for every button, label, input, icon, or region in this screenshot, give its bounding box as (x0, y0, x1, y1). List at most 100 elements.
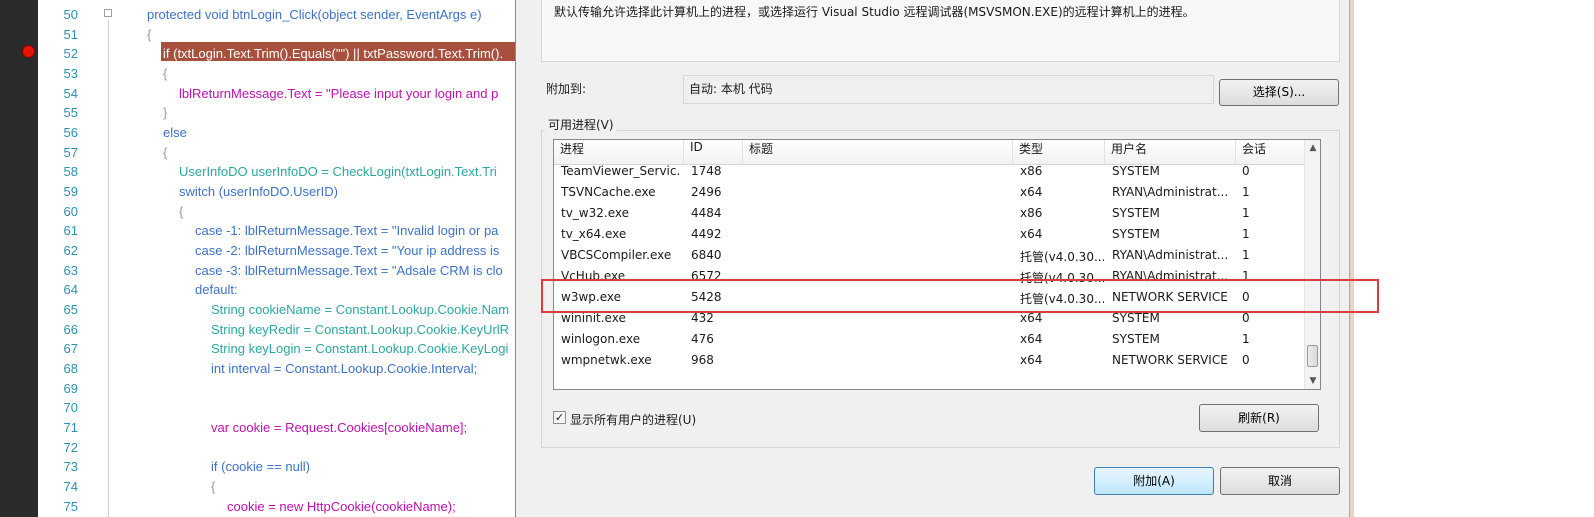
code-line[interactable]: var cookie = Request.Cookies[cookieName]… (211, 418, 467, 438)
fold-guide (108, 20, 109, 517)
line-number: 53 (63, 66, 78, 81)
attach-button[interactable]: 附加(A) (1094, 467, 1214, 495)
code-line[interactable]: cookie = new HttpCookie(cookieName); (227, 497, 456, 517)
column-header-id[interactable]: ID (684, 140, 743, 164)
cancel-button[interactable]: 取消 (1220, 467, 1340, 495)
code-line[interactable]: case -1: lblReturnMessage.Text = "Invali… (195, 221, 498, 241)
process-user: RYAN\Administrat... (1112, 248, 1229, 262)
scroll-down-icon[interactable]: ▼ (1305, 373, 1320, 389)
process-user: SYSTEM (1112, 164, 1160, 178)
process-id: 2496 (691, 185, 722, 199)
process-id: 4492 (691, 227, 722, 241)
code-line[interactable]: default: (195, 280, 238, 300)
breakpoint-icon[interactable] (22, 45, 35, 58)
column-header-title[interactable]: 标题 (743, 140, 1013, 164)
code-line[interactable]: { (163, 64, 167, 84)
process-type: x64 (1020, 185, 1043, 199)
line-number: 72 (63, 440, 78, 455)
code-line[interactable]: else (163, 123, 187, 143)
process-user: NETWORK SERVICE (1112, 353, 1228, 367)
select-button[interactable]: 选择(S)... (1219, 79, 1339, 106)
description-text: 默认传输允许选择此计算机上的进程，或选择运行 Visual Studio 远程调… (554, 5, 1195, 19)
process-row[interactable]: tv_w32.exe 4484 x86 SYSTEM 1 (554, 206, 1304, 227)
line-number: 74 (63, 479, 78, 494)
process-row[interactable]: winlogon.exe 476 x64 SYSTEM 1 (554, 332, 1304, 353)
code-line[interactable]: } (163, 103, 167, 123)
column-header-process[interactable]: 进程 (554, 140, 684, 164)
process-user: RYAN\Administrat... (1112, 185, 1229, 199)
line-number: 62 (63, 243, 78, 258)
code-line[interactable]: String cookieName = Constant.Lookup.Cook… (211, 300, 509, 320)
process-name: tv_x64.exe (561, 227, 627, 241)
column-header-type[interactable]: 类型 (1013, 140, 1105, 164)
dialog-border (1349, 0, 1354, 517)
scroll-up-icon[interactable]: ▲ (1305, 140, 1320, 156)
process-session: 1 (1242, 206, 1250, 220)
code-line[interactable]: case -3: lblReturnMessage.Text = "Adsale… (195, 261, 503, 281)
show-all-users-checkbox[interactable]: ✓ (553, 411, 566, 424)
process-row[interactable]: tv_x64.exe 4492 x64 SYSTEM 1 (554, 227, 1304, 248)
line-number: 54 (63, 86, 78, 101)
process-type: x86 (1020, 206, 1043, 220)
code-line[interactable]: { (179, 202, 183, 222)
collapse-icon[interactable] (104, 9, 112, 17)
process-id: 968 (691, 353, 714, 367)
process-row[interactable]: wininit.exe 432 x64 SYSTEM 0 (554, 311, 1304, 332)
process-list[interactable]: 进程 ID 标题 类型 用户名 会话 TeamViewer_Servic... … (553, 139, 1321, 390)
code-editor[interactable]: 50 51 52 53 54 55 56 57 58 59 60 61 62 6… (38, 0, 515, 517)
code-line-breakpoint[interactable]: if (txtLogin.Text.Trim().Equals("") || t… (163, 44, 503, 64)
process-user: SYSTEM (1112, 206, 1160, 220)
process-type: x64 (1020, 332, 1043, 346)
group-border (541, 447, 1340, 448)
code-line[interactable]: String keyLogin = Constant.Lookup.Cookie… (211, 339, 508, 359)
code-line[interactable]: switch (userInfoDO.UserID) (179, 182, 338, 202)
line-number: 71 (63, 420, 78, 435)
show-all-users-label[interactable]: 显示所有用户的进程(U) (570, 411, 696, 428)
code-line[interactable]: UserInfoDO userInfoDO = CheckLogin(txtLo… (179, 162, 497, 182)
process-user: SYSTEM (1112, 227, 1160, 241)
process-id: 476 (691, 332, 714, 346)
line-number: 57 (63, 145, 78, 160)
process-list-header: 进程 ID 标题 类型 用户名 会话 (554, 140, 1304, 165)
line-number: 70 (63, 400, 78, 415)
code-line[interactable]: { (211, 477, 215, 497)
available-processes-label: 可用进程(V) (545, 116, 617, 133)
process-row[interactable]: TSVNCache.exe 2496 x64 RYAN\Administrat.… (554, 185, 1304, 206)
process-session: 1 (1242, 227, 1250, 241)
code-line[interactable]: lblReturnMessage.Text = "Please input yo… (179, 84, 498, 104)
code-line[interactable]: int interval = Constant.Lookup.Cookie.In… (211, 359, 477, 379)
line-number: 52 (63, 46, 78, 61)
process-user: SYSTEM (1112, 332, 1160, 346)
process-row[interactable]: VBCSCompiler.exe 6840 托管(v4.0.30... RYAN… (554, 248, 1304, 269)
code-line[interactable]: protected void btnLogin_Click(object sen… (147, 5, 482, 25)
scroll-thumb[interactable] (1307, 345, 1318, 367)
process-row[interactable]: TeamViewer_Servic... 1748 x86 SYSTEM 0 (554, 164, 1304, 185)
line-number: 67 (63, 341, 78, 356)
process-session: 0 (1242, 164, 1250, 178)
column-header-session[interactable]: 会话 (1236, 140, 1304, 164)
highlight-annotation (541, 279, 1379, 313)
column-header-user[interactable]: 用户名 (1105, 140, 1236, 164)
process-type: x64 (1020, 311, 1043, 325)
process-row[interactable]: wmpnetwk.exe 968 x64 NETWORK SERVICE 0 (554, 353, 1304, 374)
code-line[interactable]: if (cookie == null) (211, 457, 310, 477)
code-line[interactable]: { (163, 143, 167, 163)
line-number: 73 (63, 459, 78, 474)
process-id: 6840 (691, 248, 722, 262)
line-number: 50 (63, 7, 78, 22)
process-name: TSVNCache.exe (561, 185, 656, 199)
process-name: wmpnetwk.exe (561, 353, 652, 367)
process-session: 0 (1242, 353, 1250, 367)
code-line[interactable]: { (147, 25, 151, 45)
line-number: 63 (63, 263, 78, 278)
line-number: 75 (63, 499, 78, 514)
process-name: winlogon.exe (561, 332, 641, 346)
process-list-scrollbar[interactable]: ▲ ▼ (1304, 140, 1320, 389)
code-line[interactable]: String keyRedir = Constant.Lookup.Cookie… (211, 320, 509, 340)
code-line[interactable]: case -2: lblReturnMessage.Text = "Your i… (195, 241, 499, 261)
line-number: 59 (63, 184, 78, 199)
group-border (541, 130, 1340, 131)
refresh-button[interactable]: 刷新(R) (1199, 404, 1319, 432)
process-type: x64 (1020, 353, 1043, 367)
line-number: 65 (63, 302, 78, 317)
